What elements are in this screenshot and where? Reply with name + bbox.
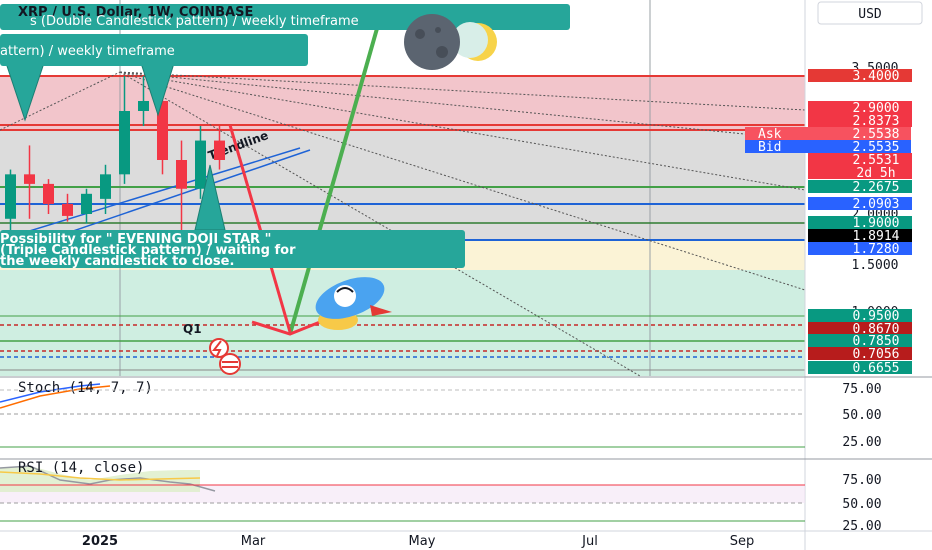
price-tag-value: 0.6655 — [853, 361, 900, 376]
callout-bottom: Possibility for " EVENING DOJI STAR " (T… — [0, 230, 465, 269]
candle-body — [214, 140, 225, 160]
time-label: May — [409, 534, 436, 549]
rsi-pane[interactable]: RSI (14, close) 75.00 50.00 25.00 — [0, 458, 932, 534]
price-tag-value: 2.2675 — [853, 180, 900, 195]
candle-body — [43, 183, 54, 204]
candle-body — [195, 140, 206, 189]
candle-body — [138, 101, 149, 111]
moon-crater — [435, 27, 441, 33]
rsi-tick: 25.00 — [842, 519, 881, 534]
candle-body — [119, 111, 130, 175]
callout-second: attern) / weekly timeframe — [0, 34, 308, 66]
time-label: Sep — [730, 534, 755, 549]
price-tag-value: Bid — [758, 140, 781, 155]
moon-crater — [415, 29, 425, 39]
price-tag-value: 1.7280 — [853, 242, 900, 257]
currency-label: USD — [858, 7, 882, 22]
price-tag-value: 0.7056 — [853, 347, 900, 362]
callout-top-text: s (Double Candlestick pattern) / weekly … — [30, 14, 359, 29]
rsi-tick: 50.00 — [842, 497, 881, 512]
callout-second-text: attern) / weekly timeframe — [0, 44, 175, 59]
stoch-tick: 50.00 — [842, 408, 881, 423]
moon-crater — [436, 46, 448, 58]
price-tick: 1.5000 — [852, 258, 899, 273]
time-label: 2025 — [82, 534, 118, 549]
rsi-title: RSI (14, close) — [18, 460, 144, 476]
candle-body — [100, 174, 111, 199]
candle-body — [176, 160, 187, 189]
candle-body — [62, 203, 73, 216]
time-label: Mar — [241, 534, 266, 549]
candle-body — [24, 174, 35, 184]
support-zone — [0, 270, 805, 376]
chart-canvas[interactable]: Trendline XRP / U.S. Dollar, 1W, COINBAS… — [0, 0, 932, 550]
callout-bottom-line3: the weekly candlestick to close. — [0, 254, 234, 269]
q1-label: Q1 — [183, 322, 202, 336]
stoch-pane[interactable]: Stoch (14, 7, 7) 75.00 50.00 25.00 — [0, 376, 932, 450]
stoch-tick: 75.00 — [842, 382, 881, 397]
price-tag-countdown: 2d 5h — [856, 166, 895, 181]
moon-body — [404, 14, 460, 70]
stoch-tick: 25.00 — [842, 435, 881, 450]
stoch-title: Stoch (14, 7, 7) — [18, 380, 153, 396]
rsi-tick: 75.00 — [842, 473, 881, 488]
us-flag-icon — [219, 353, 241, 375]
candle-body — [5, 174, 16, 219]
price-tag-value: 2.0903 — [853, 197, 900, 212]
time-label: Jul — [581, 534, 598, 549]
time-axis[interactable]: 2025 Mar May Jul Sep — [0, 530, 932, 549]
price-tag-value: 3.4000 — [853, 69, 900, 84]
candle-body — [81, 193, 92, 214]
